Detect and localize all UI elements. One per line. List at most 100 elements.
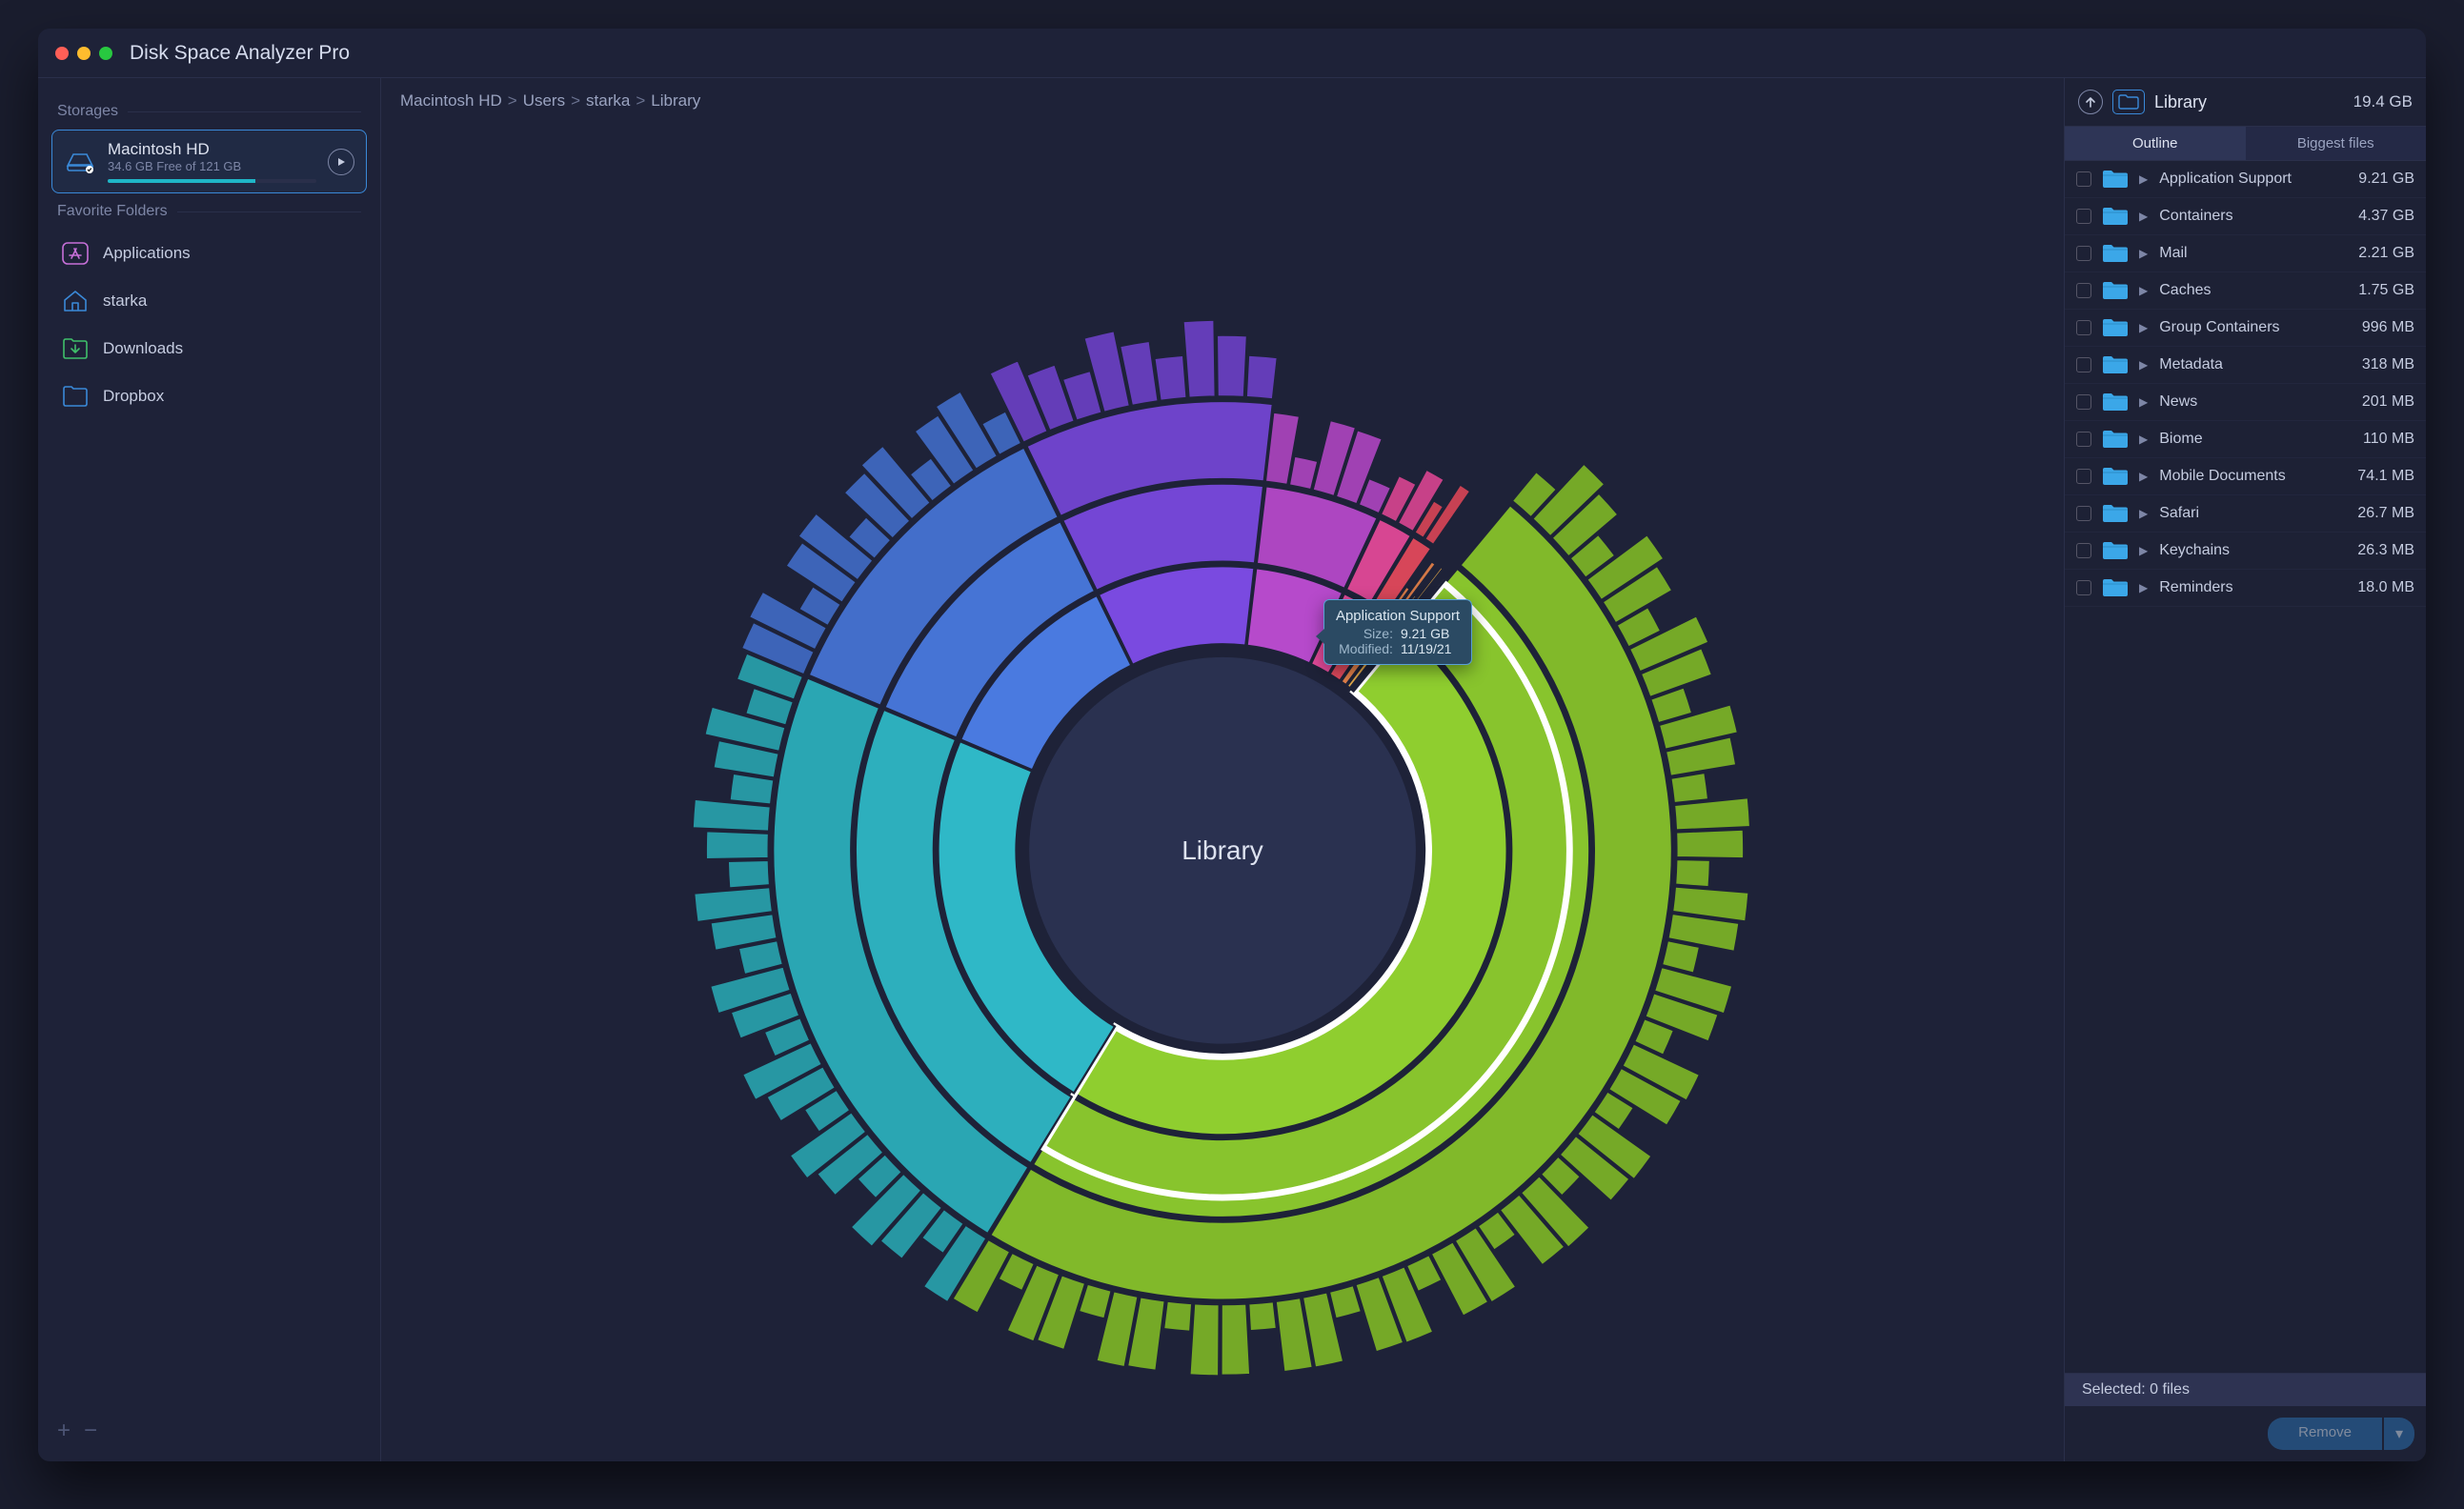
file-row[interactable]: ▶ News 201 MB bbox=[2065, 384, 2426, 421]
select-checkbox[interactable] bbox=[2076, 320, 2091, 335]
sunburst-segment[interactable] bbox=[1182, 320, 1215, 398]
sunburst-segment[interactable] bbox=[1189, 1303, 1219, 1376]
tab-biggest-files[interactable]: Biggest files bbox=[2246, 127, 2427, 161]
disclosure-triangle-icon[interactable]: ▶ bbox=[2139, 358, 2148, 372]
folder-icon bbox=[2101, 391, 2130, 413]
file-row[interactable]: ▶ Group Containers 996 MB bbox=[2065, 310, 2426, 347]
home-icon bbox=[61, 289, 90, 313]
remove-favorite-button[interactable]: − bbox=[84, 1418, 97, 1444]
storage-usage-bar bbox=[108, 179, 316, 183]
sunburst-segment[interactable] bbox=[1221, 1304, 1250, 1376]
disclosure-triangle-icon[interactable]: ▶ bbox=[2139, 284, 2148, 297]
disk-icon bbox=[64, 151, 96, 173]
disclosure-triangle-icon[interactable]: ▶ bbox=[2139, 433, 2148, 446]
file-row[interactable]: ▶ Safari 26.7 MB bbox=[2065, 495, 2426, 533]
select-checkbox[interactable] bbox=[2076, 171, 2091, 187]
favorites-heading: Favorite Folders bbox=[57, 203, 361, 220]
file-row[interactable]: ▶ Keychains 26.3 MB bbox=[2065, 533, 2426, 570]
tab-outline[interactable]: Outline bbox=[2065, 127, 2246, 161]
disclosure-triangle-icon[interactable]: ▶ bbox=[2139, 507, 2148, 520]
favorite-label: Applications bbox=[103, 244, 191, 263]
breadcrumb-segment[interactable]: Library bbox=[651, 91, 700, 110]
file-row[interactable]: ▶ Mobile Documents 74.1 MB bbox=[2065, 458, 2426, 495]
chart-center-label: Library bbox=[1182, 835, 1263, 866]
disclosure-triangle-icon[interactable]: ▶ bbox=[2139, 470, 2148, 483]
disclosure-triangle-icon[interactable]: ▶ bbox=[2139, 321, 2148, 334]
file-row[interactable]: ▶ Biome 110 MB bbox=[2065, 421, 2426, 458]
scan-button[interactable] bbox=[328, 149, 354, 175]
breadcrumb-segment[interactable]: starka bbox=[586, 91, 630, 110]
file-size: 26.7 MB bbox=[2357, 505, 2414, 522]
file-size: 74.1 MB bbox=[2357, 468, 2414, 485]
add-favorite-button[interactable]: + bbox=[57, 1418, 71, 1444]
go-up-button[interactable] bbox=[2078, 90, 2103, 114]
sunburst-segment[interactable] bbox=[1670, 773, 1708, 803]
sunburst-segment[interactable] bbox=[1675, 859, 1710, 887]
select-checkbox[interactable] bbox=[2076, 580, 2091, 595]
disclosure-triangle-icon[interactable]: ▶ bbox=[2139, 395, 2148, 409]
visualization-pane: Macintosh HD>Users>starka>Library Librar… bbox=[381, 78, 2064, 1461]
file-size: 1.75 GB bbox=[2358, 282, 2414, 299]
sunburst-segment[interactable] bbox=[728, 860, 770, 889]
file-list[interactable]: ▶ Application Support 9.21 GB ▶ Containe… bbox=[2065, 161, 2426, 1373]
minimize-window-button[interactable] bbox=[77, 47, 91, 60]
sunburst-segment[interactable] bbox=[1217, 335, 1247, 397]
select-checkbox[interactable] bbox=[2076, 394, 2091, 410]
current-folder-icon bbox=[2112, 90, 2145, 114]
file-row[interactable]: ▶ Metadata 318 MB bbox=[2065, 347, 2426, 384]
disclosure-triangle-icon[interactable]: ▶ bbox=[2139, 544, 2148, 557]
remove-dropdown-icon[interactable]: ▾ bbox=[2384, 1418, 2414, 1450]
zoom-window-button[interactable] bbox=[99, 47, 112, 60]
folder-icon bbox=[2101, 465, 2130, 488]
file-row[interactable]: ▶ Containers 4.37 GB bbox=[2065, 198, 2426, 235]
select-checkbox[interactable] bbox=[2076, 506, 2091, 521]
sunburst-segment[interactable] bbox=[706, 831, 769, 859]
select-checkbox[interactable] bbox=[2076, 209, 2091, 224]
storage-name: Macintosh HD bbox=[108, 140, 316, 159]
folder-icon bbox=[2101, 316, 2130, 339]
sunburst-segment[interactable] bbox=[1248, 1301, 1277, 1331]
sunburst-chart[interactable] bbox=[482, 199, 1963, 1461]
file-row[interactable]: ▶ Application Support 9.21 GB bbox=[2065, 161, 2426, 198]
close-window-button[interactable] bbox=[55, 47, 69, 60]
file-size: 2.21 GB bbox=[2358, 245, 2414, 262]
breadcrumb-segment[interactable]: Users bbox=[523, 91, 565, 110]
favorite-item[interactable]: starka bbox=[51, 277, 367, 325]
storage-card-macintosh-hd[interactable]: Macintosh HD 34.6 GB Free of 121 GB bbox=[51, 130, 367, 193]
file-size: 318 MB bbox=[2362, 356, 2414, 373]
select-checkbox[interactable] bbox=[2076, 469, 2091, 484]
favorite-item[interactable]: Applications bbox=[51, 230, 367, 277]
sunburst-segment[interactable] bbox=[1154, 355, 1186, 401]
favorite-label: Dropbox bbox=[103, 387, 164, 406]
breadcrumb-segment[interactable]: Macintosh HD bbox=[400, 91, 502, 110]
folder-icon bbox=[2101, 353, 2130, 376]
folder-icon bbox=[2101, 205, 2130, 228]
disclosure-triangle-icon[interactable]: ▶ bbox=[2139, 172, 2148, 186]
file-row[interactable]: ▶ Reminders 18.0 MB bbox=[2065, 570, 2426, 607]
favorite-item[interactable]: Dropbox bbox=[51, 372, 367, 420]
window-controls bbox=[55, 47, 112, 60]
file-row[interactable]: ▶ Caches 1.75 GB bbox=[2065, 272, 2426, 310]
select-checkbox[interactable] bbox=[2076, 543, 2091, 558]
disclosure-triangle-icon[interactable]: ▶ bbox=[2139, 210, 2148, 223]
details-title: Library bbox=[2154, 92, 2344, 112]
select-checkbox[interactable] bbox=[2076, 283, 2091, 298]
sunburst-segment[interactable] bbox=[729, 774, 774, 805]
remove-button[interactable]: Remove ▾ bbox=[2268, 1418, 2414, 1450]
selection-status: Selected: 0 files bbox=[2065, 1373, 2426, 1406]
folder-icon bbox=[2101, 576, 2130, 599]
sunburst-segment[interactable] bbox=[1676, 830, 1744, 859]
sunburst-segment[interactable] bbox=[1163, 1301, 1192, 1332]
disclosure-triangle-icon[interactable]: ▶ bbox=[2139, 581, 2148, 594]
select-checkbox[interactable] bbox=[2076, 246, 2091, 261]
sunburst-segment[interactable] bbox=[1246, 355, 1278, 400]
file-name: Reminders bbox=[2159, 579, 2348, 596]
favorite-item[interactable]: Downloads bbox=[51, 325, 367, 372]
select-checkbox[interactable] bbox=[2076, 432, 2091, 447]
select-checkbox[interactable] bbox=[2076, 357, 2091, 372]
file-name: Group Containers bbox=[2159, 319, 2353, 336]
breadcrumb: Macintosh HD>Users>starka>Library bbox=[381, 78, 2064, 111]
tooltip-title: Application Support bbox=[1336, 608, 1460, 624]
file-row[interactable]: ▶ Mail 2.21 GB bbox=[2065, 235, 2426, 272]
disclosure-triangle-icon[interactable]: ▶ bbox=[2139, 247, 2148, 260]
